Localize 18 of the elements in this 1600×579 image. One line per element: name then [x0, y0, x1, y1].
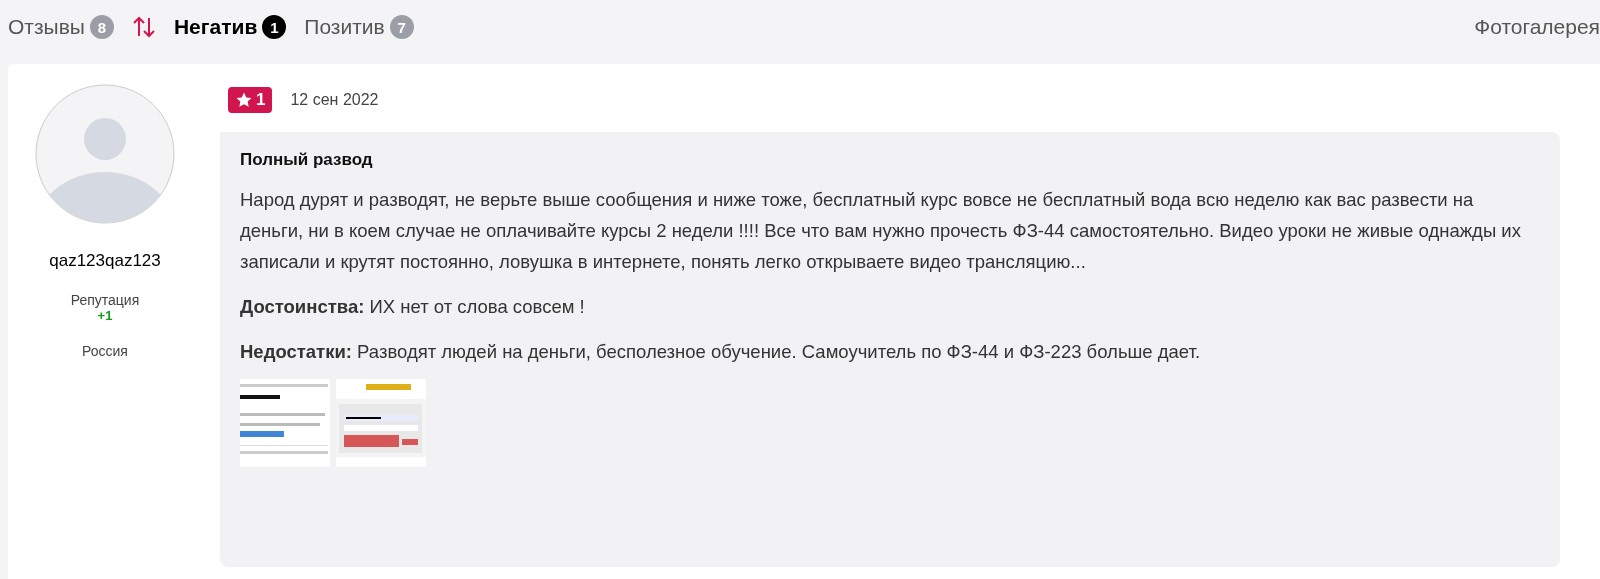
count-badge: 7: [389, 15, 414, 39]
review-date: 12 сен 2022: [290, 91, 379, 109]
reputation-label: Репутация: [70, 292, 140, 308]
count-badge: 8: [89, 15, 114, 39]
gallery-link[interactable]: Фотогалерея: [1474, 15, 1600, 39]
filter-tab[interactable]: Негатив 1: [173, 15, 287, 39]
review-text: Народ дурят и разводят, не верьте выше сообщения и ниже тоже, бесплатный курс вовсе не бесплатный вода всю неделю как вас развести на деньги, ни в коем случае не оплачивайте курсы 2 недели !!!! Все что вам нужно прочесть ФЗ-44 самостоятельно. Видео уроки не живые однажды их записали и крутят постоянно, ловушка в интернете, понять легко открываете видео трансляцию...: [240, 188, 1522, 274]
user-name[interactable]: qaz123qaz123: [49, 251, 161, 271]
review-title: Полный развод: [240, 150, 374, 170]
cons-text: Недостатки: Разводят людей на деньги, бесполезное обучение. Самоучитель по ФЗ-44 и ФЗ-223 больше дает.: [240, 340, 1202, 364]
filter-tab[interactable]: Отзывы 8: [8, 15, 114, 39]
rating-badge: 1: [228, 87, 273, 113]
user-country: Россия: [82, 343, 128, 359]
sort-button[interactable]: [131, 16, 156, 38]
reputation-value: +1: [97, 308, 113, 323]
filter-tab[interactable]: Позитив 7: [304, 15, 414, 39]
pros-text: Достоинства: ИХ нет от слова совсем !: [240, 295, 586, 319]
count-badge: 1: [262, 15, 287, 39]
